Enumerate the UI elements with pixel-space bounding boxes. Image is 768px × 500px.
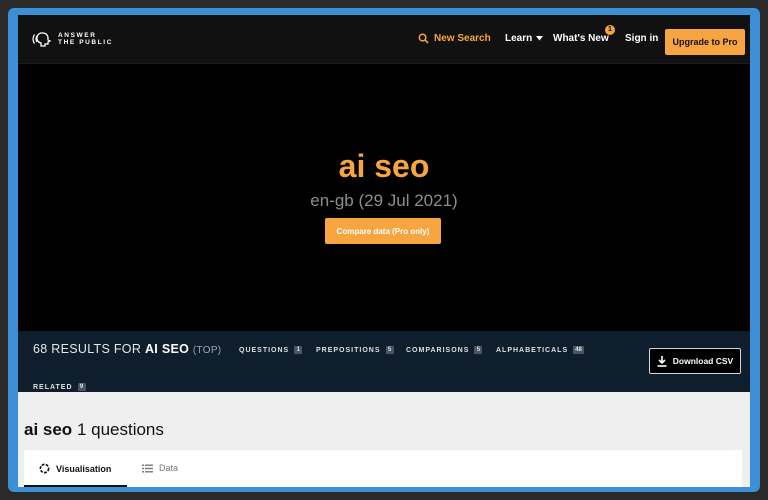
results-count: 68 RESULTS FOR AI SEO (TOP) [33, 342, 221, 356]
new-search-label: New Search [434, 33, 491, 44]
tab-visualisation-label: Visualisation [56, 463, 112, 474]
results-scope: (TOP) [192, 345, 222, 356]
tab-alphabeticals[interactable]: ALPHABETICALS 48 [496, 346, 584, 354]
hero-subtitle: en-gb (29 Jul 2021) [310, 191, 458, 210]
tab-comparisons[interactable]: COMPARISONS 5 [406, 346, 483, 354]
tab-alphabeticals-count: 48 [573, 346, 584, 354]
section-heading: ai seo 1 questions [24, 420, 164, 440]
tab-visualisation[interactable]: Visualisation [39, 463, 111, 474]
whats-new-badge: 1 [605, 25, 615, 35]
section-keyword: ai seo [24, 420, 73, 439]
results-count-prefix: 68 RESULTS FOR [33, 342, 142, 356]
results-keyword: AI SEO [144, 342, 190, 356]
hero-keyword: ai seo [338, 148, 430, 184]
download-csv-label: Download CSV [672, 356, 734, 366]
tab-prepositions-label: PREPOSITIONS [316, 346, 381, 354]
whats-new-link[interactable]: What's New [553, 33, 609, 44]
tab-related[interactable]: RELATED 9 [33, 383, 86, 391]
sign-in-link[interactable]: Sign in [625, 33, 658, 44]
logo[interactable]: ANSWER THE PUBLIC [32, 31, 113, 47]
learn-label: Learn [505, 33, 533, 44]
device-frame: ANSWER THE PUBLIC New Search Learn What'… [8, 8, 760, 492]
tab-data[interactable]: Data [142, 463, 178, 473]
tab-questions-count: 1 [294, 346, 303, 354]
logo-line2: THE PUBLIC [58, 39, 113, 46]
search-icon [418, 33, 429, 44]
tab-questions-label: QUESTIONS [239, 346, 290, 354]
list-icon [142, 464, 153, 472]
new-search-link[interactable]: New Search [418, 33, 491, 44]
compare-data-button[interactable]: Compare data (Pro only) [325, 218, 441, 244]
browser-viewport: ANSWER THE PUBLIC New Search Learn What'… [18, 15, 750, 487]
hero-section: ai seo en-gb (29 Jul 2021) Compare data … [18, 64, 750, 331]
tab-comparisons-count: 5 [474, 346, 483, 354]
caret-down-icon [536, 36, 544, 41]
tab-related-label: RELATED [33, 383, 73, 391]
circle-dots-icon [39, 463, 50, 474]
tab-comparisons-label: COMPARISONS [406, 346, 470, 354]
questions-section: ai seo 1 questions Visualisation Data [18, 392, 750, 487]
section-suffix: 1 questions [76, 420, 164, 439]
tab-prepositions[interactable]: PREPOSITIONS 5 [316, 346, 394, 354]
download-csv-button[interactable]: Download CSV [649, 348, 741, 374]
top-navbar: ANSWER THE PUBLIC New Search Learn What'… [18, 15, 750, 64]
tab-data-label: Data [159, 463, 179, 473]
head-speech-icon [32, 32, 52, 47]
tab-alphabeticals-label: ALPHABETICALS [496, 346, 569, 354]
active-tab-indicator [24, 485, 127, 487]
tab-related-count: 9 [77, 383, 86, 391]
upgrade-button[interactable]: Upgrade to Pro [665, 29, 745, 55]
results-bar: 68 RESULTS FOR AI SEO (TOP) QUESTIONS 1 … [18, 331, 750, 392]
logo-line1: ANSWER [58, 32, 97, 39]
view-tabs: Visualisation Data [24, 450, 742, 487]
download-icon [657, 355, 667, 367]
tab-prepositions-count: 5 [385, 346, 394, 354]
tab-questions[interactable]: QUESTIONS 1 [239, 346, 303, 354]
logo-text: ANSWER THE PUBLIC [58, 32, 113, 46]
learn-menu[interactable]: Learn [505, 33, 544, 44]
